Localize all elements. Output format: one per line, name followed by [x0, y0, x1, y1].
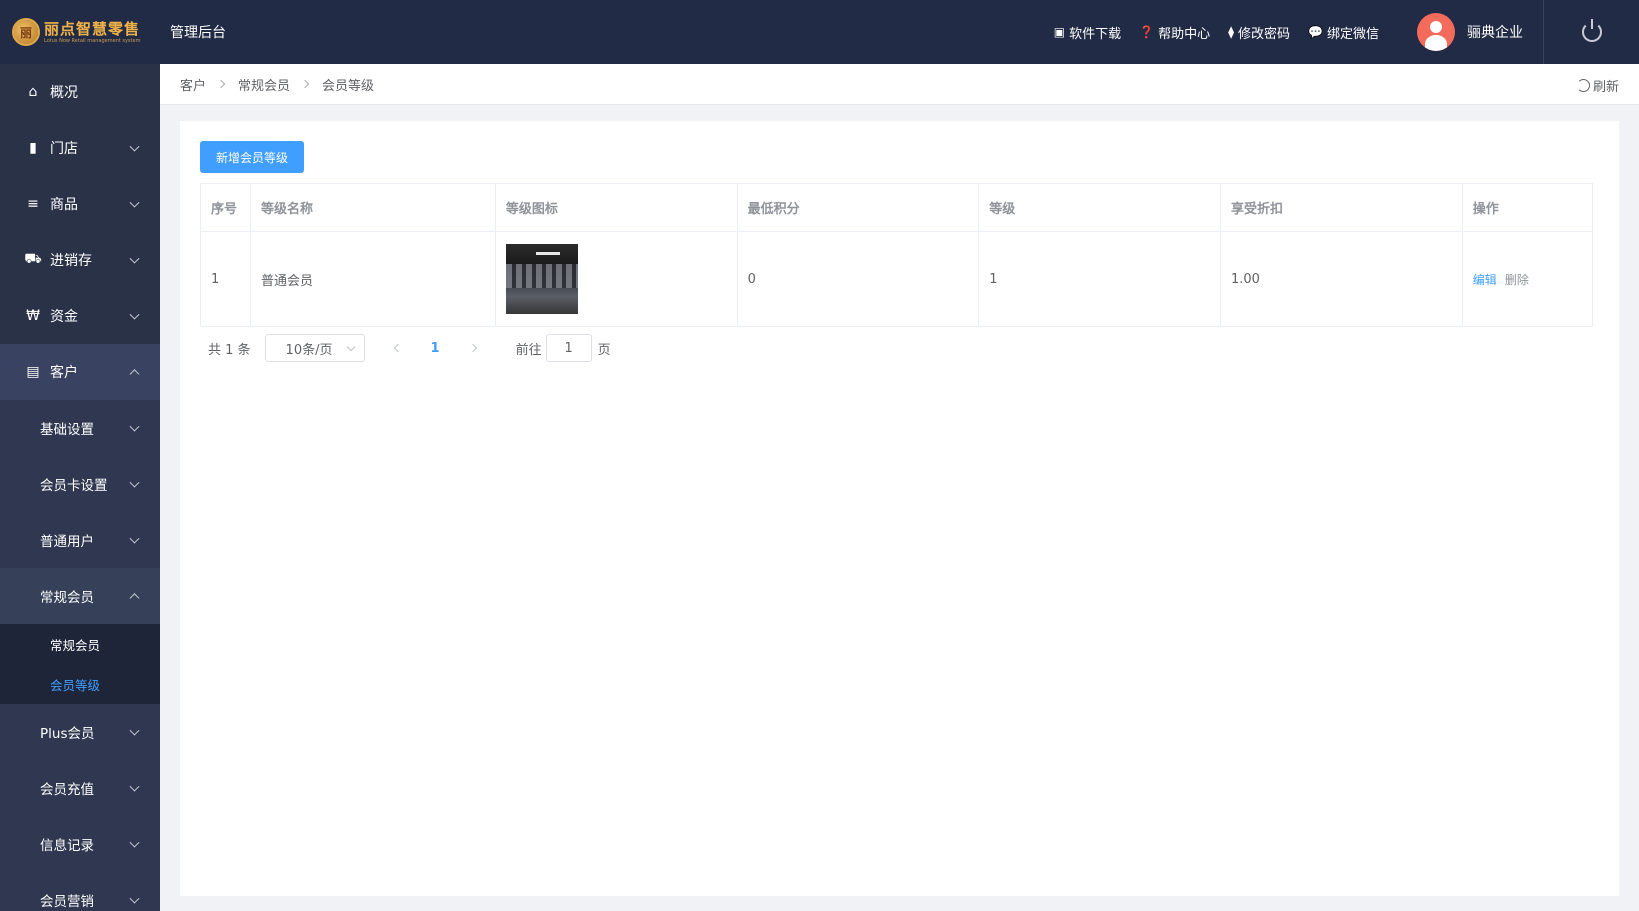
- column-header-discount: 享受折扣: [1220, 183, 1463, 232]
- pagination: 共 1 条 10条/页 1 前往 页: [208, 334, 611, 362]
- cell-index: 1: [200, 231, 251, 327]
- column-header-icon: 等级图标: [494, 183, 738, 232]
- chevron-down-icon: [129, 477, 140, 488]
- add-member-level-button[interactable]: 新增会员等级: [200, 141, 304, 173]
- home-icon: ⌂: [28, 84, 38, 100]
- delete-link[interactable]: 删除: [1505, 273, 1529, 287]
- column-header-level: 等级: [978, 183, 1221, 232]
- breadcrumb: 客户 常规会员 会员等级 刷新: [160, 64, 1639, 105]
- chevron-up-icon: [129, 369, 140, 380]
- logout-button[interactable]: [1543, 0, 1639, 64]
- table-row: 1 普通会员 0 1 1.00 编辑 删除: [200, 231, 1594, 327]
- cell-min-points: 0: [736, 231, 980, 327]
- software-download-link[interactable]: ▣ 软件下载: [1054, 23, 1121, 42]
- won-icon: ₩: [26, 308, 40, 324]
- chevron-right-icon: [216, 79, 226, 89]
- sidebar-sub-member-recharge[interactable]: 会员充值: [0, 760, 160, 816]
- power-icon: [1581, 19, 1602, 42]
- sidebar-sub-basic-settings[interactable]: 基础设置: [0, 400, 160, 456]
- truck-icon: ⛟: [24, 251, 42, 267]
- level-icon-image[interactable]: [505, 244, 578, 314]
- sidebar-item-funds[interactable]: ₩ 资金: [0, 288, 160, 344]
- chevron-down-icon: [129, 253, 140, 264]
- chevron-down-icon: [129, 725, 140, 736]
- content-card: 新增会员等级 序号 等级名称 等级图标 最低积分 等级 享受折扣 操作 1 普通…: [180, 121, 1619, 896]
- sidebar-sub-member-marketing[interactable]: 会员营销: [0, 872, 160, 911]
- help-center-link[interactable]: ❓ 帮助中心: [1139, 23, 1210, 42]
- sidebar-leaf-member-level[interactable]: 会员等级: [0, 664, 160, 704]
- top-links: ▣ 软件下载 ❓ 帮助中心 ⧫ 修改密码 💬 绑定微信: [1054, 0, 1379, 64]
- admin-title: 管理后台: [170, 25, 226, 41]
- sidebar-item-customer[interactable]: ▤ 客户: [0, 344, 160, 400]
- store-icon: ▣: [1053, 25, 1066, 39]
- cell-discount: 1.00: [1220, 231, 1463, 327]
- building-icon: ▮: [29, 140, 37, 156]
- chevron-down-icon: [129, 197, 140, 208]
- breadcrumb-regular-member[interactable]: 常规会员: [238, 75, 290, 94]
- chevron-down-icon: [129, 141, 140, 152]
- logo-subtitle: Lotus Now Retail management system: [44, 37, 141, 44]
- chevron-up-icon: [129, 593, 140, 604]
- sidebar-leaf-regular-member[interactable]: 常规会员: [0, 624, 160, 664]
- refresh-icon: [1576, 79, 1590, 92]
- table-header-row: 序号 等级名称 等级图标 最低积分 等级 享受折扣 操作: [200, 183, 1594, 232]
- refresh-button[interactable]: 刷新: [1576, 76, 1619, 95]
- thermometer-icon: ⧫: [1228, 25, 1235, 39]
- goto-page-input[interactable]: [545, 334, 592, 362]
- column-header-actions: 操作: [1461, 183, 1594, 232]
- chevron-down-icon: [129, 837, 140, 848]
- cell-name: 普通会员: [250, 231, 496, 327]
- logo-title: 丽点智慧零售: [44, 19, 141, 38]
- sidebar-item-goods[interactable]: ≡ 商品: [0, 176, 160, 232]
- sidebar-sub-regular-member[interactable]: 常规会员: [0, 568, 160, 624]
- avatar: [1417, 13, 1455, 51]
- prev-page-button[interactable]: [393, 343, 402, 353]
- chevron-down-icon: [129, 309, 140, 320]
- wechat-icon: 💬: [1308, 25, 1323, 39]
- column-header-name: 等级名称: [250, 183, 496, 232]
- sidebar: ⌂ 概况 ▮ 门店 ≡ 商品 ⛟ 进销存 ₩ 资金 ▤ 客户 基础设置 会员卡设…: [0, 64, 160, 911]
- chevron-right-icon: [300, 79, 310, 89]
- help-icon: ❓: [1139, 25, 1155, 39]
- breadcrumb-member-level: 会员等级: [322, 78, 375, 94]
- sidebar-sub-plus-member[interactable]: Plus会员: [0, 704, 160, 760]
- next-page-button[interactable]: [468, 343, 477, 353]
- top-bar: 丽 丽点智慧零售 Lotus Now Retail management sys…: [0, 0, 1639, 64]
- username: 骊典企业: [1467, 25, 1523, 41]
- change-password-link[interactable]: ⧫ 修改密码: [1228, 23, 1290, 42]
- pagination-total: 共 1 条: [208, 342, 251, 358]
- cell-level: 1: [978, 231, 1221, 327]
- member-level-table: 序号 等级名称 等级图标 最低积分 等级 享受折扣 操作 1 普通会员 0 1 …: [200, 183, 1594, 327]
- id-card-icon: ▤: [26, 364, 40, 380]
- chevron-down-icon: [129, 781, 140, 792]
- chevron-down-icon: [129, 893, 140, 904]
- logo-icon: 丽: [12, 18, 40, 46]
- chevron-down-icon: [346, 342, 355, 352]
- sidebar-sub-info-records[interactable]: 信息记录: [0, 816, 160, 872]
- sidebar-sub-normal-users[interactable]: 普通用户: [0, 512, 160, 568]
- chevron-down-icon: [129, 421, 140, 432]
- breadcrumb-customer[interactable]: 客户: [180, 75, 206, 94]
- page-size-select[interactable]: 10条/页: [264, 334, 365, 362]
- sidebar-item-store[interactable]: ▮ 门店: [0, 120, 160, 176]
- sidebar-item-inventory[interactable]: ⛟ 进销存: [0, 232, 160, 288]
- goto-page: 前往 页: [516, 334, 611, 362]
- column-header-min-points: 最低积分: [736, 183, 980, 232]
- chevron-down-icon: [129, 533, 140, 544]
- page-number-1[interactable]: 1: [431, 341, 440, 356]
- sidebar-sub-card-settings[interactable]: 会员卡设置: [0, 456, 160, 512]
- logo[interactable]: 丽 丽点智慧零售 Lotus Now Retail management sys…: [0, 0, 160, 64]
- sidebar-item-overview[interactable]: ⌂ 概况: [0, 64, 160, 120]
- column-header-index: 序号: [200, 183, 251, 232]
- user-menu[interactable]: 骊典企业: [1417, 13, 1523, 51]
- bind-wechat-link[interactable]: 💬 绑定微信: [1308, 23, 1379, 42]
- list-icon: ≡: [27, 196, 39, 212]
- edit-link[interactable]: 编辑: [1473, 273, 1497, 287]
